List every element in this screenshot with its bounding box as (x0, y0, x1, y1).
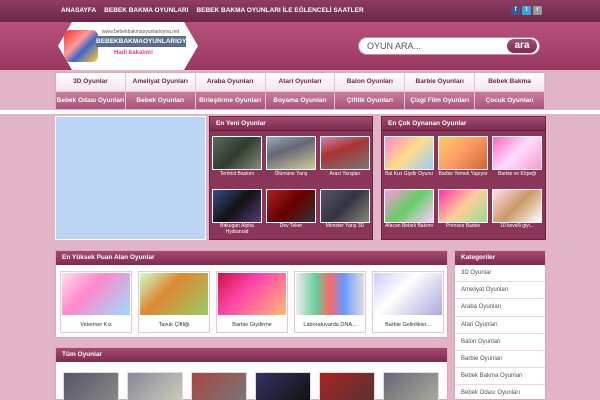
category-link[interactable]: Atari Oyunları (455, 317, 545, 334)
menu-item[interactable]: Birleştirme Oyunları (195, 92, 266, 109)
top-nav-fun-hours[interactable]: BEBEK BAKMA OYUNLARI İLE EĞLENCELİ SAATL… (192, 0, 367, 22)
game-card-title: Barbie Giydirme (232, 322, 272, 328)
top-nav: ANASAYFA BEBEK BAKMA OYUNLARI BEBEK BAKM… (57, 0, 368, 22)
category-link[interactable]: Barbie Oyunları (455, 351, 545, 369)
game-card[interactable]: Barbie Gelinlikler... (372, 271, 444, 333)
category-link[interactable]: Araba Oyunları (455, 299, 545, 317)
game-thumb-barbie-cooking[interactable] (438, 136, 488, 170)
menu-item[interactable]: Çocuk Oyunları (475, 92, 545, 109)
category-link[interactable]: Balon Oyunları (455, 334, 545, 351)
all-games-panel: Tüm Oyunlar (55, 347, 448, 400)
search-box: ara (358, 37, 540, 55)
game-thumb-monster-3d[interactable] (320, 189, 370, 223)
logo-title: BEBEKBAKMAOYUNLARIOYNA.NET (96, 36, 211, 47)
game-title[interactable]: Barbie Yemek Yapıyor (438, 171, 488, 177)
game-card[interactable]: Barbie Giydirme (216, 271, 288, 333)
categories-sidebar: Kategoriler 3D Oyunlar Ameliyat Oyunları… (454, 250, 546, 400)
game-thumb-terrorist[interactable] (212, 136, 262, 170)
ad-placeholder (55, 116, 206, 240)
top-nav-baby-care-games[interactable]: BEBEK BAKMA OYUNLARI (100, 0, 192, 22)
game-thumb[interactable] (63, 372, 119, 400)
category-link[interactable]: Bebek Odası Oyunları (455, 385, 545, 400)
menu-item[interactable]: Barbie Oyunları (405, 73, 476, 91)
game-thumb-baby-care[interactable] (384, 189, 434, 223)
game-thumb[interactable] (383, 372, 439, 400)
menu-row-1: 3D Oyunlar Ameliyat Oyunları Araba Oyunl… (56, 73, 545, 91)
game-title[interactable]: 10 kevelli giyi... (492, 223, 542, 229)
menu-item[interactable]: Balon Oyunları (335, 73, 406, 91)
game-card[interactable]: Tavuk Çiftliği (138, 271, 210, 333)
all-games-title: Tüm Oyunlar (56, 348, 447, 362)
search-button[interactable]: ara (507, 39, 537, 53)
game-thumb[interactable] (255, 372, 311, 400)
category-link[interactable]: Bebek Bakma Oyunları (455, 368, 545, 386)
top-rated-title: En Yüksek Puan Alan Oyunlar (56, 251, 447, 265)
game-thumb-honey-girl[interactable] (384, 136, 434, 170)
game-title[interactable]: Arazi Yarışları (320, 171, 370, 177)
game-card-image (218, 273, 286, 315)
logo-url: www.bebekbakmaoyunlarioyna.net (102, 29, 180, 35)
game-title[interactable]: Barbie ve Köpeği (492, 171, 542, 177)
game-thumb-offroad[interactable] (320, 136, 370, 170)
menu-item[interactable]: Araba Oyunları (195, 73, 266, 91)
game-title[interactable]: Dev Teker (266, 223, 316, 229)
rss-icon[interactable]: r (533, 6, 542, 15)
game-thumb-monster-truck[interactable] (266, 189, 316, 223)
game-card-image (296, 273, 364, 315)
game-title[interactable]: Prenses Barbie (438, 223, 488, 229)
logo-car-image (64, 30, 98, 62)
game-title[interactable]: Afacan Bebek Bakımı (384, 223, 434, 229)
menu-item[interactable]: Bebek Bakma (475, 73, 545, 91)
game-thumb-princess-barbie[interactable] (438, 189, 488, 223)
search-input[interactable] (367, 38, 497, 54)
menu-item[interactable]: Çiftlik Oyunları (335, 92, 406, 109)
game-card-image (140, 273, 208, 315)
game-thumb-race[interactable] (266, 136, 316, 170)
game-title[interactable]: Monster Yarış 3D (320, 223, 370, 229)
game-card-title: Laboratuvarda DNA... (303, 322, 357, 328)
game-card[interactable]: Veteriner Kız (60, 271, 132, 333)
categories-title: Kategoriler (455, 251, 545, 265)
game-card-title: Veteriner Kız (80, 322, 112, 328)
game-title[interactable]: Bal Kızı Giydir Oyunu (384, 171, 434, 177)
menu-item[interactable]: 3D Oyunlar (56, 73, 126, 91)
menu-item[interactable]: Ameliyat Oyunları (125, 73, 196, 91)
game-thumb[interactable] (127, 372, 183, 400)
site-logo[interactable]: www.bebekbakmaoyunlarioyna.net BEBEKBAKM… (58, 22, 198, 70)
game-card-image (374, 273, 442, 315)
game-title[interactable]: Ölümüne Yarış (266, 171, 316, 177)
game-card-title: Barbie Gelinlikler... (385, 322, 431, 328)
menu-item[interactable]: Bebek Oyunları (125, 92, 196, 109)
most-played-title: En Çok Oynanan Oyunlar (382, 117, 545, 131)
category-link[interactable]: 3D Oyunlar (455, 265, 545, 283)
facebook-icon[interactable]: f (511, 6, 520, 15)
game-thumb-bakugan[interactable] (212, 189, 262, 223)
game-card[interactable]: Laboratuvarda DNA... (294, 271, 366, 333)
menu-item[interactable]: Atari Oyunları (265, 73, 336, 91)
game-thumb-dressup[interactable] (492, 189, 542, 223)
menu-item[interactable]: Çizgi Film Oyunları (405, 92, 476, 109)
game-title[interactable]: Terörist Baskını (212, 171, 262, 177)
menu-item[interactable]: Bebek Odası Oyunları (56, 92, 126, 109)
twitter-icon[interactable]: t (522, 6, 531, 15)
game-card-image (62, 273, 130, 315)
category-link[interactable]: Ameliyat Oyunları (455, 282, 545, 300)
menu-row-2: Bebek Odası Oyunları Bebek Oyunları Birl… (56, 91, 545, 109)
game-thumb[interactable] (191, 372, 247, 400)
category-menu: 3D Oyunlar Ameliyat Oyunları Araba Oyunl… (55, 72, 546, 109)
game-thumb[interactable] (319, 372, 375, 400)
social-links: f t r (511, 6, 542, 15)
menu-item[interactable]: Boyama Oyunları (265, 92, 336, 109)
game-title[interactable]: Bakugan Alpha Hydranoid (212, 223, 262, 235)
top-nav-home[interactable]: ANASAYFA (57, 0, 100, 22)
newest-games-title: En Yeni Oyunlar (210, 117, 372, 131)
logo-tagline: Hadi bakalım! (114, 50, 154, 56)
game-card-title: Tavuk Çiftliği (158, 322, 190, 328)
top-rated-panel: En Yüksek Puan Alan Oyunlar Veteriner Kı… (55, 250, 448, 338)
game-thumb-barbie-dog[interactable] (492, 136, 542, 170)
divider-band (0, 110, 600, 114)
